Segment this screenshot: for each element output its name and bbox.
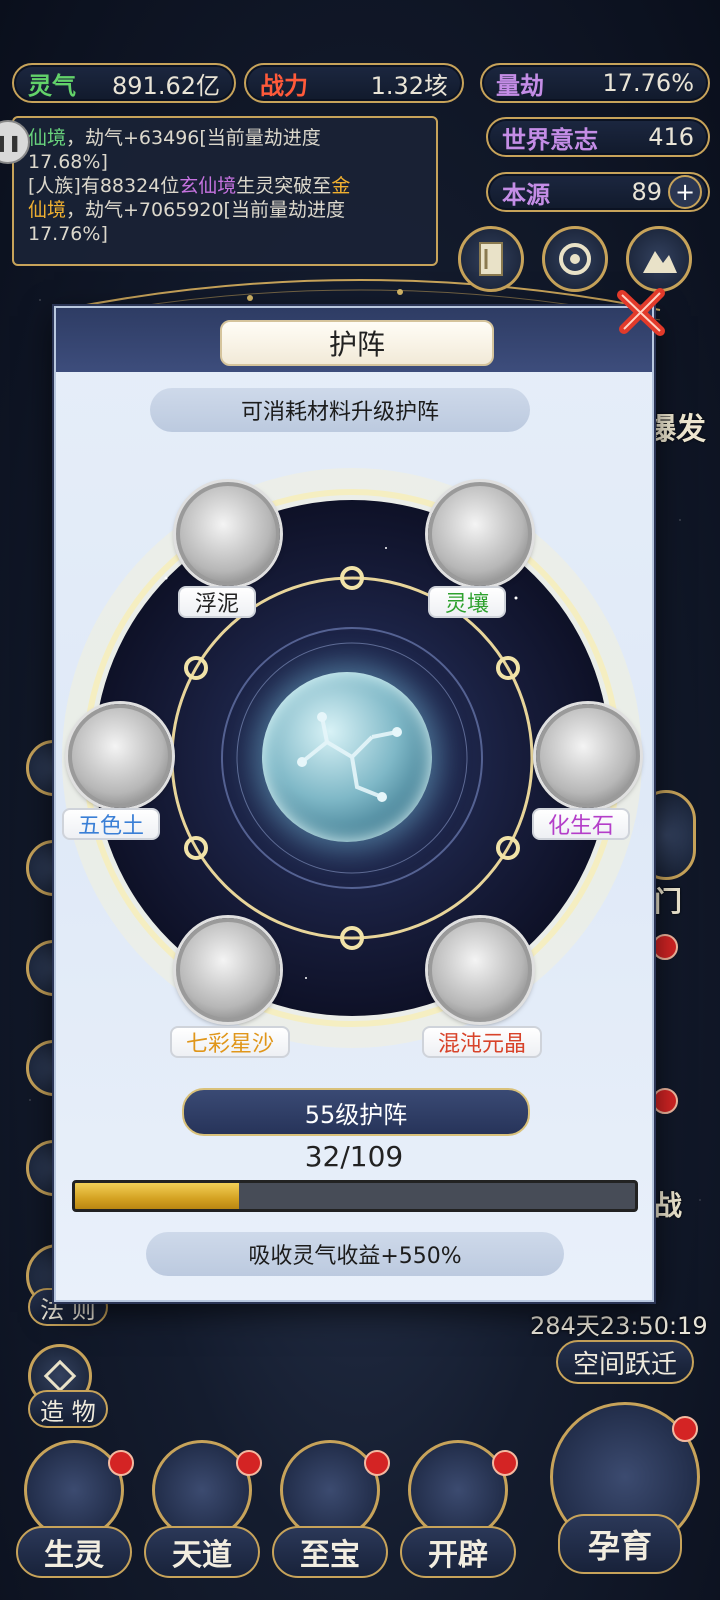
nav-label: 开辟	[400, 1526, 516, 1578]
benyuan-label: 本源	[502, 180, 550, 209]
swirl-icon	[152, 1440, 252, 1540]
shijie-label: 世界意志	[502, 125, 598, 154]
side-label-partial: 爆发	[646, 412, 706, 447]
log-text: 17.76%]	[28, 223, 108, 245]
log-text: 17.68%]	[28, 151, 108, 173]
formation-modal: 护阵 可消耗材料升级护阵 浮泥 灵壤 五色土 化生石 七彩星沙 混沌元晶 55级…	[54, 306, 654, 1302]
bonus-text: 吸收灵气收益+550%	[146, 1232, 564, 1276]
log-text: [人族]有88324位	[28, 175, 180, 197]
log-text: 玄仙境	[179, 175, 237, 197]
modal-title: 护阵	[220, 320, 494, 366]
log-text: ，劫气+63496[当前量劫进度	[66, 127, 321, 149]
lingqi-label: 灵气	[28, 71, 76, 100]
crystal-icon	[408, 1440, 508, 1540]
add-benyuan-button[interactable]: +	[668, 175, 702, 209]
side-label-partial: 战	[654, 1189, 683, 1222]
nav-kai-pi[interactable]: 开辟	[400, 1440, 518, 1590]
notification-dot	[236, 1450, 262, 1476]
material-node-hua-sheng-shi[interactable]	[536, 704, 640, 808]
formation-core-orb[interactable]	[262, 672, 432, 842]
log-text: 金	[331, 175, 351, 197]
liangjie-label: 量劫	[496, 71, 544, 100]
shijie-value: 416	[648, 123, 694, 151]
material-node-ling-rang[interactable]	[428, 482, 532, 586]
benyuan-value: 89	[631, 178, 662, 206]
zhanli-value: 1.32垓	[370, 71, 448, 100]
nav-tian-dao[interactable]: 天道	[144, 1440, 262, 1590]
progress-text: 32/109	[304, 1140, 404, 1173]
shijie-bar[interactable]: 世界意志 416	[486, 117, 710, 157]
notification-dot	[492, 1450, 518, 1476]
modal-subtitle: 可消耗材料升级护阵	[150, 388, 530, 432]
zao-wu-button[interactable]: 造 物	[28, 1390, 108, 1428]
nav-label: 生灵	[16, 1526, 132, 1578]
log-text: 仙境	[28, 127, 67, 149]
space-jump-button[interactable]: 空间跃迁	[556, 1340, 694, 1384]
lingqi-value: 891.62亿	[112, 71, 220, 100]
material-node-fu-ni[interactable]	[176, 482, 280, 586]
scroll-icon[interactable]	[458, 226, 524, 292]
progress-bar	[72, 1180, 638, 1212]
log-text: 生灵突破至	[236, 175, 332, 197]
material-label: 七彩星沙	[170, 1026, 291, 1058]
benyuan-bar: 本源 89 +	[486, 172, 710, 212]
material-label: 混沌元晶	[422, 1026, 543, 1058]
formation-level: 55级护阵	[182, 1088, 530, 1136]
zhanli-bar: 战力 1.32垓	[244, 63, 464, 103]
material-node-qi-cai-xing-sha[interactable]	[176, 918, 280, 1022]
liangjie-bar: 量劫 17.76%	[480, 63, 710, 103]
close-icon	[617, 288, 665, 336]
side-label-partial: 门	[654, 885, 683, 918]
material-label: 浮泥	[178, 586, 256, 618]
liangjie-value: 17.76%	[602, 69, 694, 97]
notification-dot	[672, 1416, 698, 1442]
notification-dot	[652, 1088, 678, 1114]
nav-label: 孕育	[558, 1514, 682, 1574]
lingqi-bar: 灵气 891.62亿	[12, 63, 236, 103]
log-text: 仙境	[28, 199, 67, 221]
nav-label: 至宝	[272, 1526, 388, 1578]
treasure-icon	[280, 1440, 380, 1540]
notification-dot	[364, 1450, 390, 1476]
vortex-icon[interactable]	[542, 226, 608, 292]
nav-yun-yu[interactable]: 孕育	[544, 1402, 704, 1592]
material-node-hun-dun-yuan-jing[interactable]	[428, 918, 532, 1022]
nav-zhi-bao[interactable]: 至宝	[272, 1440, 390, 1590]
progress-fill	[75, 1183, 240, 1209]
event-log: 仙境，劫气+63496[当前量劫进度 17.68%] [人族]有88324位玄仙…	[12, 116, 438, 266]
material-label: 灵壤	[428, 586, 506, 618]
log-text: ，劫气+7065920[当前量劫进度	[66, 199, 345, 221]
zhanli-label: 战力	[260, 71, 308, 100]
material-label: 化生石	[532, 808, 631, 840]
notification-dot	[108, 1450, 134, 1476]
nav-label: 天道	[144, 1526, 260, 1578]
close-button[interactable]	[614, 283, 670, 339]
material-node-wu-se-tu[interactable]	[68, 704, 172, 808]
nav-sheng-ling[interactable]: 生灵	[16, 1440, 134, 1590]
flame-icon	[24, 1440, 124, 1540]
timer-text: 284天23:50:19	[530, 1312, 708, 1340]
material-label: 五色土	[62, 808, 161, 840]
